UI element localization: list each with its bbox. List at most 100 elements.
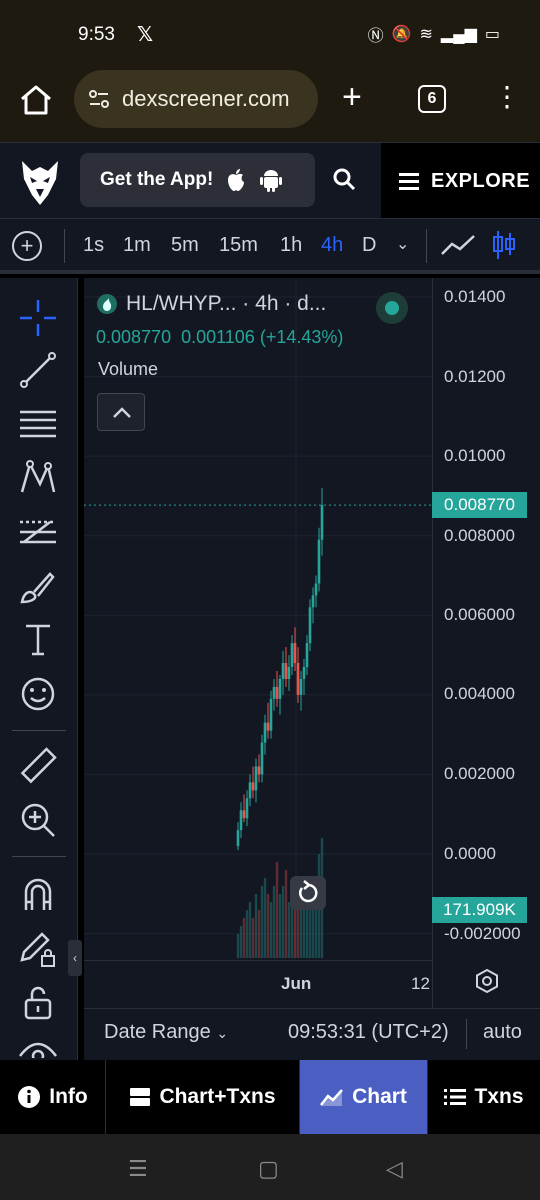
back-icon[interactable]: ◁	[386, 1156, 403, 1182]
tab-info[interactable]: Info	[0, 1060, 106, 1134]
tab-chart-txns[interactable]: Chart+Txns	[106, 1060, 300, 1134]
time-axis[interactable]: Jun 12	[84, 960, 432, 1006]
candle-body	[293, 643, 297, 664]
volume-bar	[272, 886, 276, 958]
info-icon	[18, 1086, 41, 1108]
apple-icon	[228, 169, 245, 191]
crosshair-icon[interactable]	[18, 298, 58, 338]
price-label: 0.0000	[444, 844, 496, 863]
timeframe-d[interactable]: D	[362, 234, 376, 257]
divider	[466, 1019, 467, 1049]
tab-chart[interactable]: Chart	[300, 1060, 428, 1134]
volume-bar	[263, 878, 267, 958]
status-time: 9:53	[78, 24, 115, 45]
date-range-bar: Date Range ⌄ 09:53:31 (UTC+2) auto	[84, 1008, 540, 1060]
token-icon	[97, 294, 117, 314]
line-chart-icon[interactable]	[440, 233, 476, 257]
wifi-icon: ≋	[419, 26, 433, 43]
tab-label: Chart+Txns	[159, 1085, 276, 1108]
add-symbol-icon[interactable]: +	[12, 231, 42, 261]
price-label: 0.004000	[444, 684, 515, 703]
magnet-icon[interactable]	[18, 874, 58, 914]
forecast-icon[interactable]	[18, 512, 58, 552]
volume-tag: 171.909K	[432, 897, 527, 923]
candle-body	[275, 686, 279, 699]
site-settings-icon[interactable]	[88, 88, 110, 110]
explore-button[interactable]: EXPLORE	[381, 143, 540, 219]
candle-body	[320, 505, 324, 540]
nfc-icon: Ⓝ	[367, 28, 384, 45]
mute-icon: 🔕	[391, 26, 412, 43]
last-price-tag: 0.008770	[432, 492, 527, 518]
url-text: dexscreener.com	[122, 86, 290, 111]
date-range-label: Date Range	[104, 1021, 211, 1043]
volume-bar	[245, 910, 249, 958]
volume-bar	[242, 918, 246, 958]
brush-icon[interactable]	[18, 566, 58, 606]
divider	[12, 730, 66, 731]
candle-body	[242, 810, 246, 819]
tab-switcher-button[interactable]: 6	[418, 85, 446, 113]
search-icon[interactable]	[332, 167, 356, 191]
emoji-icon[interactable]	[18, 674, 58, 714]
chevron-down-icon: ⌄	[216, 1025, 229, 1041]
home-nav-icon[interactable]: ▢	[258, 1156, 279, 1182]
divider	[64, 229, 65, 263]
eye-icon[interactable]	[18, 1036, 58, 1058]
more-menu-icon[interactable]: ⋮	[493, 82, 521, 112]
volume-bar	[302, 902, 306, 958]
candle-body	[263, 722, 267, 743]
chevron-down-icon[interactable]: ⌄	[396, 234, 409, 254]
timeframe-1m[interactable]: 1m	[123, 234, 151, 257]
chart-settings-icon[interactable]	[474, 968, 500, 994]
candle-body	[308, 607, 312, 644]
ruler-icon[interactable]	[18, 746, 58, 786]
time-label: Jun	[281, 974, 312, 993]
volume-bar	[266, 894, 270, 958]
pattern-icon[interactable]	[18, 458, 58, 498]
tab-label: Txns	[474, 1085, 524, 1108]
collapse-legend-button[interactable]	[97, 393, 145, 431]
collapse-toolbar-button[interactable]: ‹	[68, 940, 82, 976]
volume-bar	[275, 862, 279, 958]
time-label: 12	[411, 974, 430, 993]
volume-bar	[251, 918, 255, 958]
timeframe-15m[interactable]: 15m	[219, 234, 258, 257]
get-app-button[interactable]: Get the App!	[80, 153, 315, 207]
new-tab-icon[interactable]: +	[342, 80, 362, 114]
timezone-clock[interactable]: 09:53:31 (UTC+2)	[288, 1021, 449, 1044]
battery-icon: ▭	[484, 26, 500, 43]
reset-chart-button[interactable]	[290, 876, 326, 910]
browser-bar: dexscreener.com + 6 ⋮	[0, 70, 540, 142]
dexscreener-logo[interactable]	[18, 157, 62, 207]
text-icon[interactable]	[18, 620, 58, 660]
url-bar[interactable]: dexscreener.com	[74, 70, 318, 128]
tab-txns[interactable]: Txns	[428, 1060, 540, 1134]
app-header: Get the App! EXPLORE	[0, 142, 540, 219]
pencil-lock-icon[interactable]	[18, 928, 58, 968]
x-icon: 𝕏	[137, 24, 154, 46]
trend-line-icon[interactable]	[18, 350, 58, 390]
fib-lines-icon[interactable]	[18, 404, 58, 444]
tab-label: Info	[49, 1085, 88, 1108]
candle-body	[299, 678, 303, 695]
timeframe-4h[interactable]: 4h	[321, 234, 343, 257]
home-icon[interactable]	[18, 82, 54, 118]
timeframe-1h[interactable]: 1h	[280, 234, 302, 257]
unlock-icon[interactable]	[18, 982, 58, 1022]
recents-icon[interactable]: ☰	[128, 1156, 148, 1182]
candle-body	[287, 667, 291, 679]
live-status-icon	[376, 292, 408, 324]
timeframe-1s[interactable]: 1s	[83, 234, 104, 257]
candles-icon[interactable]	[492, 229, 516, 261]
timeframe-5m[interactable]: 5m	[171, 234, 199, 257]
volume-bar	[236, 934, 240, 958]
zoom-in-icon[interactable]	[18, 800, 58, 840]
date-range-button[interactable]: Date Range ⌄	[104, 1021, 228, 1044]
candle-body	[311, 595, 315, 608]
drawing-toolbar	[0, 278, 78, 1060]
split-icon	[130, 1088, 151, 1106]
volume-bar	[248, 902, 252, 958]
auto-scale-button[interactable]: auto	[483, 1021, 522, 1044]
price-label: 0.01200	[444, 367, 506, 386]
